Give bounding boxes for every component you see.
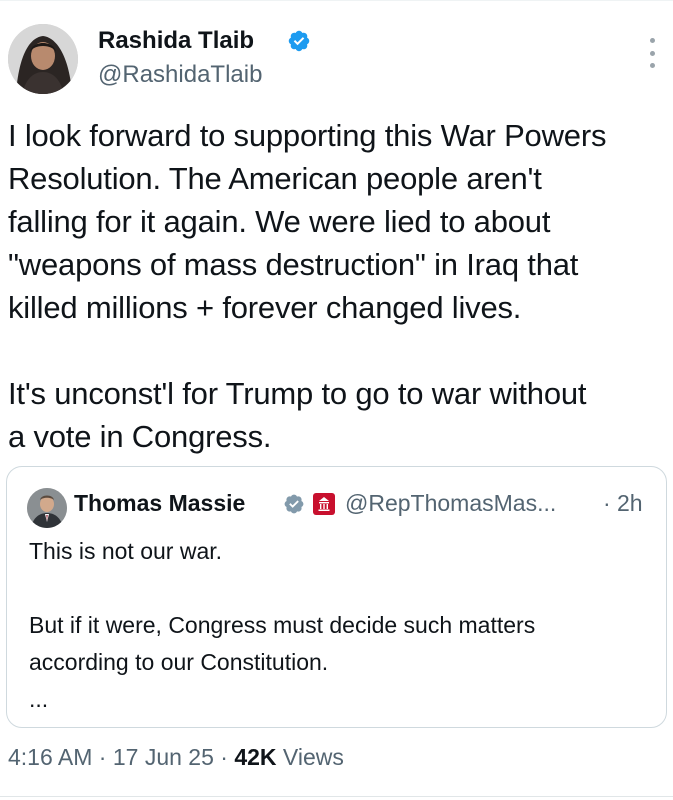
quoted-tweet-card[interactable]: Thomas Massie @RepThomasMas... · 2h This… <box>6 466 667 728</box>
quote-text: This is not our war. But if it were, Con… <box>29 538 536 712</box>
author-name[interactable]: Rashida Tlaib <box>98 27 254 55</box>
views-label[interactable]: Views <box>277 744 344 770</box>
person-photo-icon <box>27 488 67 528</box>
author-avatar[interactable] <box>8 24 78 94</box>
meta-separator: · <box>92 744 113 770</box>
more-dot-icon <box>649 50 655 56</box>
person-photo-icon <box>8 24 78 94</box>
quote-author-handle[interactable]: @RepThomasMas... <box>345 490 556 517</box>
government-affiliation-icon <box>313 493 335 515</box>
tweet-date[interactable]: 17 Jun 25 <box>113 744 214 770</box>
more-dot-icon <box>649 38 655 43</box>
author-handle[interactable]: @RashidaTlaib <box>98 61 262 89</box>
verified-badge-icon <box>284 494 304 514</box>
quote-timestamp[interactable]: 2h <box>617 490 643 517</box>
meta-separator: · <box>213 744 235 770</box>
quote-author-avatar[interactable] <box>27 488 67 528</box>
views-count[interactable]: 42K <box>234 744 276 770</box>
more-options-button[interactable] <box>642 38 662 68</box>
tweet-text: I look forward to supporting this War Po… <box>8 118 607 454</box>
bottom-divider <box>0 796 673 797</box>
verified-badge-icon <box>288 30 310 52</box>
tweet-time[interactable]: 4:16 AM <box>8 744 92 770</box>
top-divider <box>0 0 673 1</box>
quote-author-name[interactable]: Thomas Massie <box>74 490 245 517</box>
more-dot-icon <box>649 63 655 68</box>
capitol-icon <box>318 497 330 511</box>
tweet-meta: 4:16 AM · 17 Jun 25 · 42K Views <box>8 744 344 771</box>
quote-separator: · <box>603 490 611 516</box>
